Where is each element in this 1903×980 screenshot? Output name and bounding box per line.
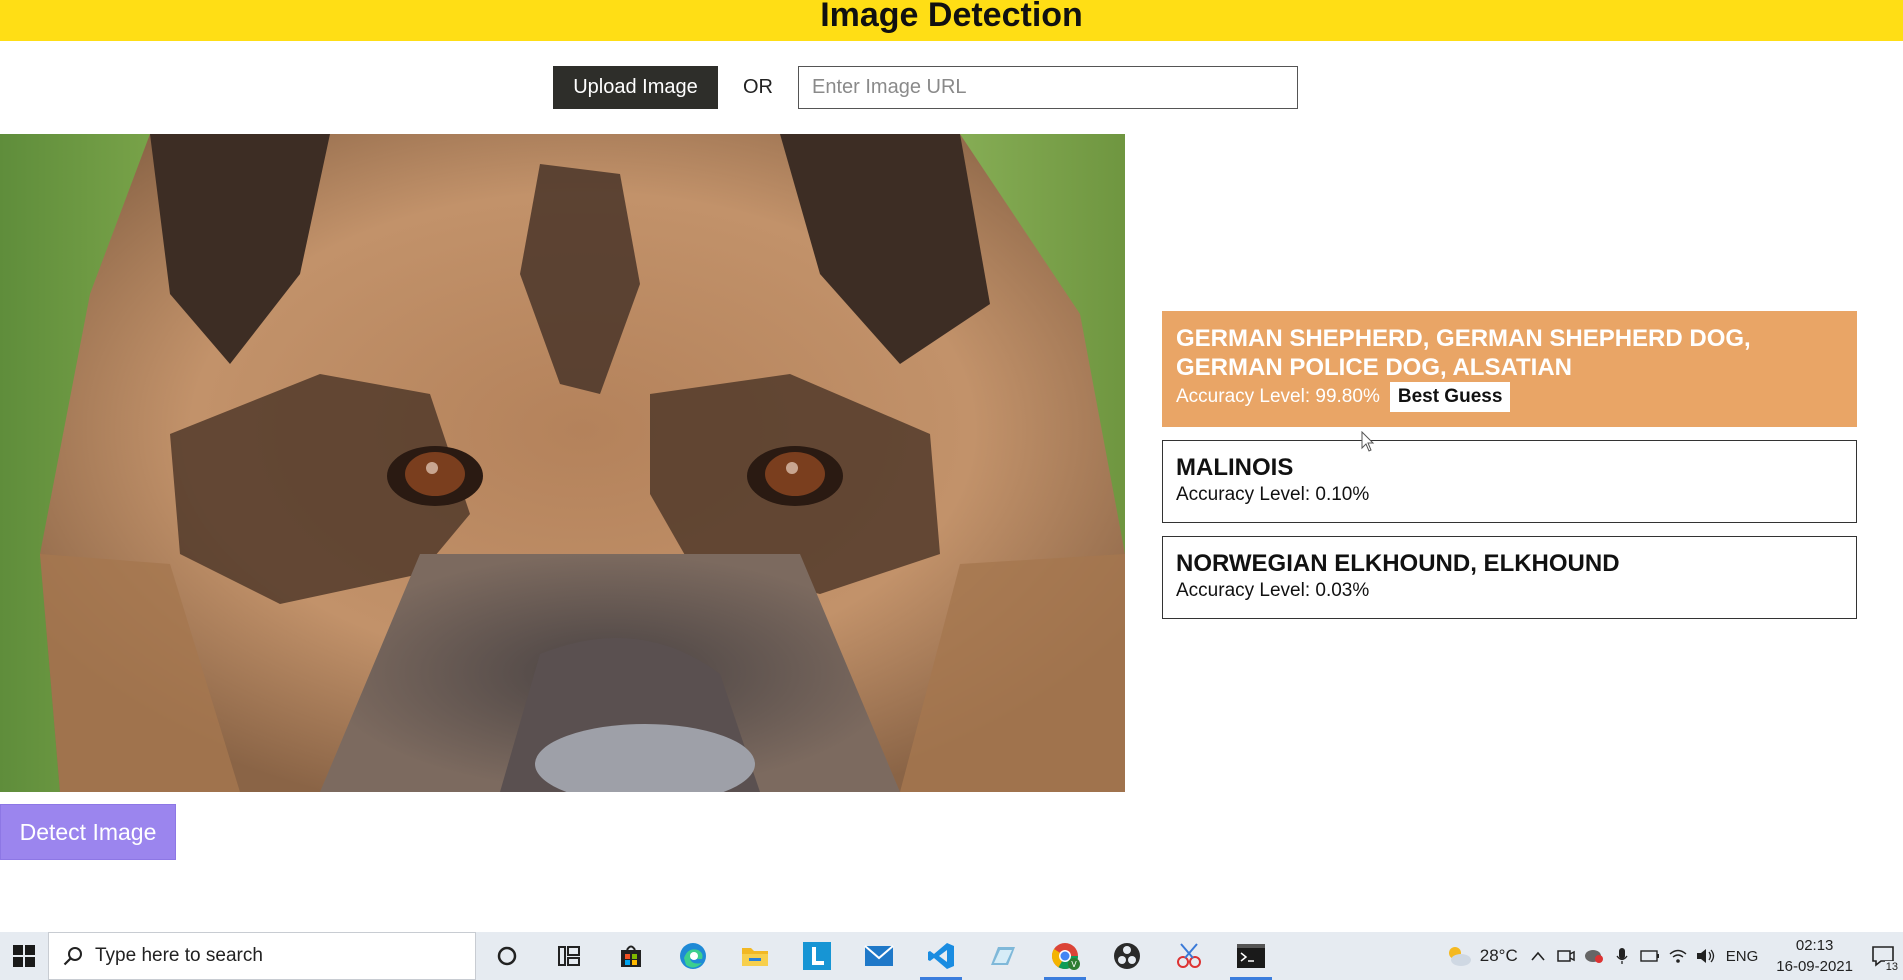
notification-count: 13 [1884,961,1899,973]
best-guess-badge: Best Guess [1389,382,1511,412]
l-app-icon[interactable] [786,932,848,980]
mouse-cursor-icon [1361,431,1375,452]
search-icon [63,947,82,966]
microphone-icon[interactable] [1608,932,1636,980]
page-title: Image Detection [820,0,1083,34]
search-placeholder: Type here to search [95,945,263,966]
weather-temperature[interactable]: 28°C [1480,946,1518,966]
vscode-icon[interactable] [910,932,972,980]
weather-icon[interactable] [1444,932,1474,980]
upload-image-button[interactable]: Upload Image [553,66,718,109]
clock-time: 02:13 [1795,937,1834,954]
chevron-up-icon[interactable] [1524,932,1552,980]
cortana-icon[interactable] [476,932,538,980]
wifi-icon[interactable] [1664,932,1692,980]
page: Image Detection Upload Image OR Enter Im… [0,0,1903,980]
edge-icon[interactable] [662,932,724,980]
mail-icon[interactable] [848,932,910,980]
recording-icon[interactable] [1580,932,1608,980]
result-name: NORWEGIAN ELKHOUND, ELKHOUND [1176,550,1620,577]
windows-icon [13,945,35,967]
task-view-icon[interactable] [538,932,600,980]
file-explorer-icon[interactable] [724,932,786,980]
svg-text:V: V [1071,960,1077,969]
obs-icon[interactable] [1096,932,1158,980]
german-shepherd-photo [0,134,1125,792]
clock-date: 16-09-2021 [1776,958,1853,975]
result-accuracy: Accuracy Level: 0.03% [1176,580,1370,601]
taskbar-search[interactable]: Type here to search [48,932,476,980]
taskbar: Type here to search V 28°C ENG 02:13 16-… [0,932,1903,980]
header-bar: Image Detection [0,0,1903,41]
uploaded-image-preview [0,134,1125,792]
accuracy-text: Accuracy Level: 99.80% [1176,386,1380,407]
or-label: OR [743,76,773,98]
system-tray: 28°C ENG 02:13 16-09-2021 13 [1444,932,1903,980]
result-card: NORWEGIAN ELKHOUND, ELKHOUND Accuracy Le… [1162,536,1857,619]
image-url-input[interactable] [798,66,1298,109]
result-name: MALINOIS [1176,454,1294,481]
result-card-best: GERMAN SHEPHERD, GERMAN SHEPHERD DOG, GE… [1162,311,1857,427]
notifications-icon[interactable]: 13 [1863,932,1903,980]
terminal-icon[interactable] [1220,932,1282,980]
detect-image-button[interactable]: Detect Image [0,804,176,860]
meet-now-icon[interactable] [1552,932,1580,980]
language-indicator[interactable]: ENG [1726,948,1759,965]
result-accuracy: Accuracy Level: 99.80% Best Guess [1176,382,1843,412]
volume-icon[interactable] [1692,932,1720,980]
result-card: MALINOIS Accuracy Level: 0.10% [1162,440,1857,523]
battery-icon[interactable] [1636,932,1664,980]
store-icon[interactable] [600,932,662,980]
clock[interactable]: 02:13 16-09-2021 [1776,935,1853,977]
app-icon[interactable] [972,932,1034,980]
start-button[interactable] [0,932,48,980]
image-source-controls: Upload Image OR [553,66,1298,109]
snip-icon[interactable] [1158,932,1220,980]
prediction-results: GERMAN SHEPHERD, GERMAN SHEPHERD DOG, GE… [1162,311,1857,632]
result-name: GERMAN SHEPHERD, GERMAN SHEPHERD DOG, GE… [1176,325,1751,381]
pinned-apps: V [476,932,1282,980]
result-accuracy: Accuracy Level: 0.10% [1176,484,1370,505]
chrome-icon[interactable]: V [1034,932,1096,980]
